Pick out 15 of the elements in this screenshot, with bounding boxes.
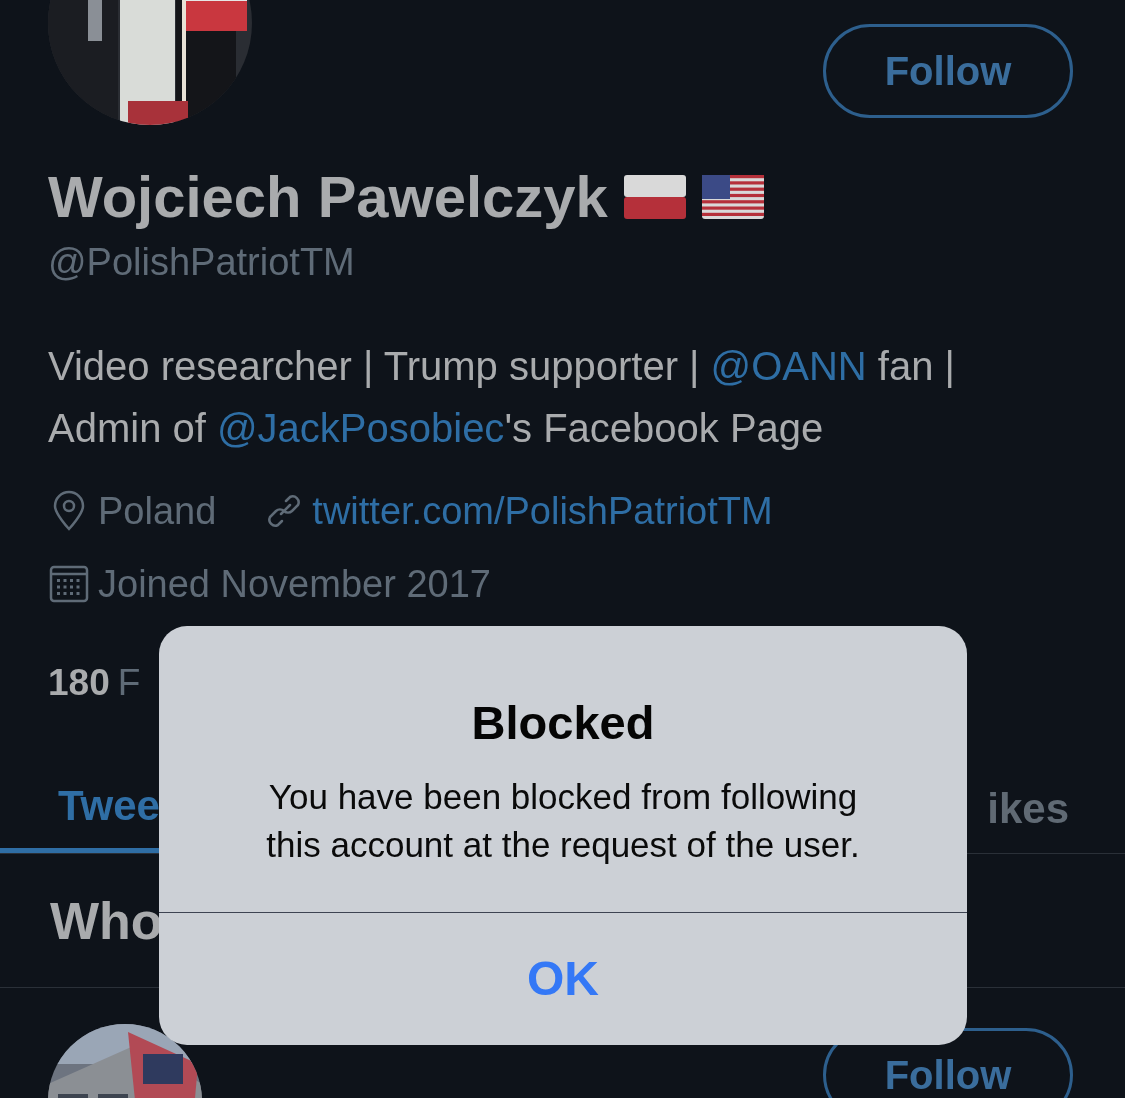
display-name: Wojciech Pawelczyk bbox=[48, 163, 608, 231]
user-handle: @PolishPatriotTM bbox=[48, 239, 356, 285]
bio-text: Video researcher | Trump supporter | @OANN fan | Admin of @JackPosobiec's Facebook Page bbox=[48, 342, 956, 452]
poland-flag-icon bbox=[623, 174, 686, 219]
mention-link[interactable]: @OANN bbox=[710, 343, 867, 388]
following-label: F bbox=[117, 660, 141, 705]
following-count: 180 bbox=[48, 660, 110, 705]
follow-button[interactable]: Follow bbox=[823, 24, 1073, 118]
mention-link[interactable]: @JackPosobiec bbox=[216, 405, 505, 450]
dialog-title: Blocked bbox=[470, 695, 656, 751]
tab[interactable]: ikes bbox=[987, 763, 1069, 854]
location-text: Poland bbox=[98, 488, 217, 534]
us-flag-icon bbox=[701, 174, 764, 219]
website-link[interactable]: twitter.com/PolishPatriotTM bbox=[312, 482, 773, 540]
joined-date: Joined November 2017 bbox=[98, 561, 491, 607]
